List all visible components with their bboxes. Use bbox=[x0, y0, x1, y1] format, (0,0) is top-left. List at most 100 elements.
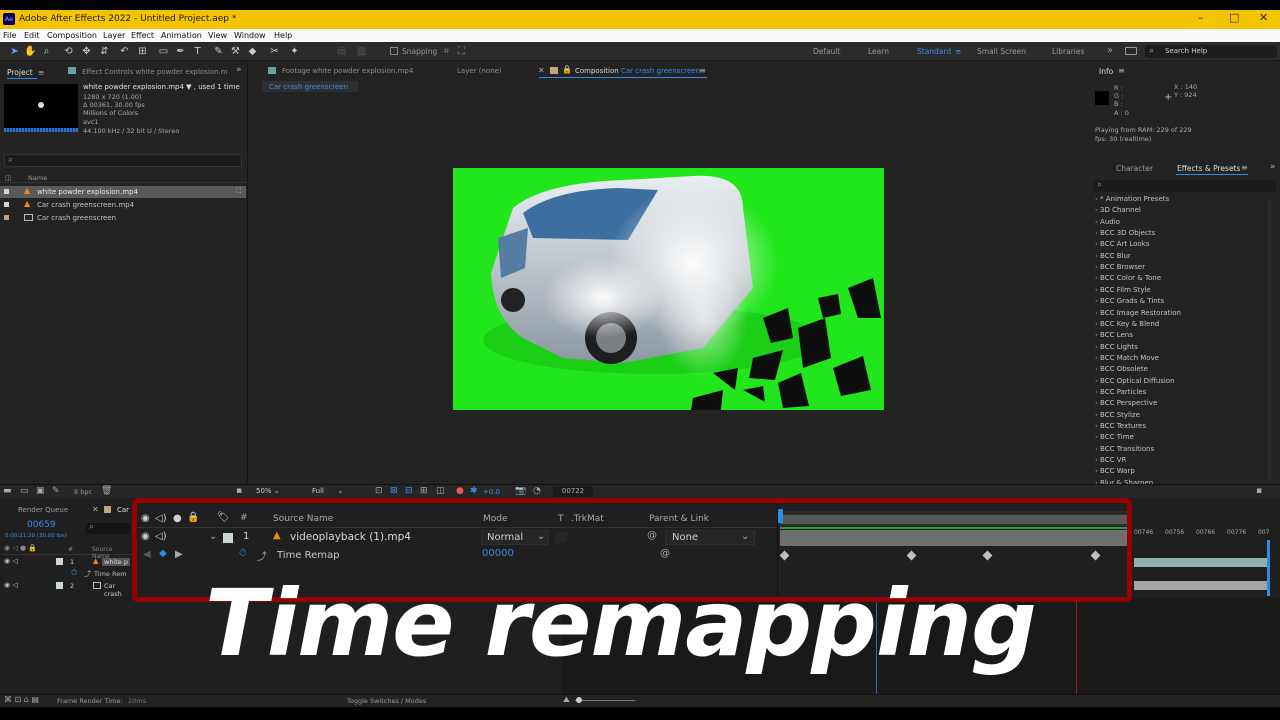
hand-tool-icon[interactable]: ✋ bbox=[24, 45, 37, 58]
pan-tool-icon[interactable]: ✥ bbox=[80, 45, 93, 58]
brush-tool-icon[interactable]: ✎ bbox=[212, 45, 225, 58]
graph-editor-icon[interactable]: ⤴ bbox=[257, 548, 267, 563]
table-row[interactable]: ⏱ ⤴ Time Rem bbox=[0, 568, 132, 580]
distribute-icon[interactable]: ▥ bbox=[355, 45, 368, 58]
zoom-slider[interactable] bbox=[575, 700, 635, 701]
maximize-icon[interactable]: □ bbox=[1229, 11, 1239, 24]
table-row[interactable]: ◉ ◁) ⌄ 1 ▲ videoplayback (1).mp4 Normal … bbox=[137, 529, 777, 546]
effects-category-item[interactable]: › Audio bbox=[1095, 218, 1120, 226]
workspace-learn[interactable]: Learn bbox=[868, 47, 889, 56]
panel-overflow-icon[interactable]: » bbox=[236, 65, 242, 75]
lock-icon[interactable]: 🔒 bbox=[562, 65, 572, 74]
audio-switch-icon[interactable]: ◁) bbox=[155, 513, 167, 524]
tab-effects-presets[interactable]: Effects & Presets bbox=[1177, 164, 1240, 173]
snapshot-icon[interactable]: 📷 bbox=[515, 486, 526, 496]
keyframe-marker[interactable] bbox=[779, 550, 790, 561]
effects-category-item[interactable]: › BCC Browser bbox=[1095, 263, 1145, 271]
effects-category-item[interactable]: › BCC Transitions bbox=[1095, 445, 1154, 453]
video-visible-icon[interactable]: ◉ bbox=[141, 531, 150, 542]
prev-keyframe-icon[interactable]: ◀ bbox=[143, 549, 151, 560]
menu-window[interactable]: Window bbox=[234, 31, 266, 40]
bit-depth[interactable]: 8 bpc bbox=[74, 488, 92, 496]
exposure-value[interactable]: +0.0 bbox=[483, 488, 500, 496]
pen-tool-icon[interactable]: ✒ bbox=[174, 45, 187, 58]
workspace-small-screen[interactable]: Small Screen bbox=[977, 47, 1026, 56]
current-time-indicator[interactable] bbox=[1267, 540, 1270, 596]
visibility-icon[interactable]: ◉ ◁ bbox=[4, 557, 18, 565]
tab-project[interactable]: Project bbox=[7, 68, 33, 77]
list-item[interactable]: ▲ Car crash greenscreen.mp4 bbox=[0, 199, 246, 211]
pick-whip-icon[interactable]: @ bbox=[647, 530, 657, 541]
table-row[interactable]: ◀ ◆ ▶ ⏱ ⤴ Time Remap 00000 @ bbox=[137, 547, 777, 564]
interpret-footage-icon[interactable]: ▬ bbox=[3, 486, 12, 496]
resolution-dropdown[interactable]: Full ⌄ bbox=[312, 487, 343, 495]
zoom-dropdown[interactable]: 50% ⌄ bbox=[256, 487, 280, 495]
info-menu-icon[interactable]: ≡ bbox=[1118, 66, 1125, 75]
effects-category-item[interactable]: › BCC Lights bbox=[1095, 343, 1138, 351]
panel-overflow-icon[interactable]: » bbox=[1270, 162, 1276, 172]
effects-category-item[interactable]: › BCC 3D Objects bbox=[1095, 229, 1155, 237]
keyframe-marker[interactable] bbox=[1090, 550, 1101, 561]
column-trkmat[interactable]: .TrkMat bbox=[571, 514, 604, 524]
toggle-switches-modes[interactable]: Toggle Switches / Modes bbox=[347, 697, 426, 705]
workspace-standard[interactable]: Standard bbox=[917, 47, 951, 56]
blend-mode-dropdown[interactable]: Normal ⌄ bbox=[481, 530, 549, 545]
graph-icon[interactable]: ⤴ bbox=[84, 569, 91, 579]
menu-effect[interactable]: Effect bbox=[131, 31, 154, 40]
menu-help[interactable]: Help bbox=[274, 31, 292, 40]
visibility-icon[interactable]: ◉ ◁ bbox=[4, 581, 18, 589]
solo-switch-icon[interactable]: ● bbox=[173, 513, 182, 524]
anchor-tool-icon[interactable]: ⊞ bbox=[136, 45, 149, 58]
zoom-slider-handle[interactable] bbox=[576, 697, 582, 703]
type-tool-icon[interactable]: T bbox=[191, 45, 204, 58]
effects-category-item[interactable]: › 3D Channel bbox=[1095, 206, 1141, 214]
scrollbar[interactable] bbox=[1268, 200, 1271, 480]
new-folder-icon[interactable]: ▭ bbox=[20, 486, 29, 496]
show-snapshot-icon[interactable]: ◔ bbox=[533, 486, 541, 496]
effects-category-item[interactable]: › BCC Stylize bbox=[1095, 411, 1140, 419]
workspace-libraries[interactable]: Libraries bbox=[1052, 47, 1084, 56]
menu-animation[interactable]: Animation bbox=[161, 31, 202, 40]
effects-menu-icon[interactable]: ≡ bbox=[1241, 163, 1248, 172]
work-area-bar[interactable] bbox=[780, 515, 1127, 524]
layer-bar[interactable] bbox=[1134, 558, 1267, 567]
orbit-tool-icon[interactable]: ⟲ bbox=[62, 45, 75, 58]
menu-composition[interactable]: Composition bbox=[47, 31, 97, 40]
stopwatch-icon[interactable]: ⏱ bbox=[239, 548, 247, 559]
column-source-name[interactable]: Source Name bbox=[273, 514, 333, 524]
transparency-grid-icon[interactable]: ⊠ bbox=[390, 486, 398, 496]
ruler-track[interactable] bbox=[780, 511, 1127, 529]
effects-category-item[interactable]: › BCC Image Restoration bbox=[1095, 309, 1181, 317]
comp-menu-icon[interactable]: ≡ bbox=[699, 66, 706, 75]
effects-category-item[interactable]: › BCC Key & Blend bbox=[1095, 320, 1159, 328]
menu-edit[interactable]: Edit bbox=[24, 31, 40, 40]
effects-category-item[interactable]: › BCC Textures bbox=[1095, 422, 1146, 430]
project-search-input[interactable]: ⌕ bbox=[4, 154, 242, 167]
effects-category-item[interactable]: › BCC Optical Diffusion bbox=[1095, 377, 1175, 385]
effects-category-item[interactable]: › BCC Grads & Tints bbox=[1095, 297, 1164, 305]
tab-info[interactable]: Info bbox=[1099, 67, 1113, 76]
menu-view[interactable]: View bbox=[208, 31, 227, 40]
column-name[interactable]: Name bbox=[28, 174, 47, 182]
effects-search-input[interactable]: ⌕ bbox=[1094, 180, 1276, 192]
region-of-interest-icon[interactable]: ⊡ bbox=[375, 486, 383, 496]
menu-file[interactable]: File bbox=[3, 31, 16, 40]
roto-brush-tool-icon[interactable]: ✂ bbox=[268, 45, 281, 58]
effects-category-item[interactable]: › BCC Color & Tone bbox=[1095, 274, 1161, 282]
effects-category-item[interactable]: › * Animation Presets bbox=[1095, 195, 1169, 203]
preserve-transparency-checkbox[interactable] bbox=[555, 532, 567, 543]
label-tag-icon[interactable]: 🏷 bbox=[217, 512, 230, 523]
comp-breadcrumb[interactable]: Car crash greenscreen bbox=[262, 81, 358, 92]
minimize-icon[interactable]: – bbox=[1198, 11, 1204, 24]
tab-effect-controls[interactable]: Effect Controls white powder explosion.m bbox=[82, 68, 228, 76]
channel-icon[interactable]: ◫ bbox=[436, 486, 445, 496]
close-tab-icon[interactable]: ✕ bbox=[538, 66, 545, 75]
more-workspaces-icon[interactable]: » bbox=[1107, 45, 1113, 56]
add-keyframe-icon[interactable]: ◆ bbox=[159, 548, 167, 559]
current-time-display[interactable]: 00659 bbox=[27, 520, 56, 530]
dolly-tool-icon[interactable]: ⇵ bbox=[98, 45, 111, 58]
timeline-search-input[interactable]: ⌕ bbox=[86, 522, 130, 534]
table-row[interactable]: ◉ ◁ 1 ▲ white p bbox=[0, 557, 132, 568]
project-menu-icon[interactable]: ≡ bbox=[38, 68, 44, 77]
current-time-indicator[interactable] bbox=[778, 509, 783, 523]
